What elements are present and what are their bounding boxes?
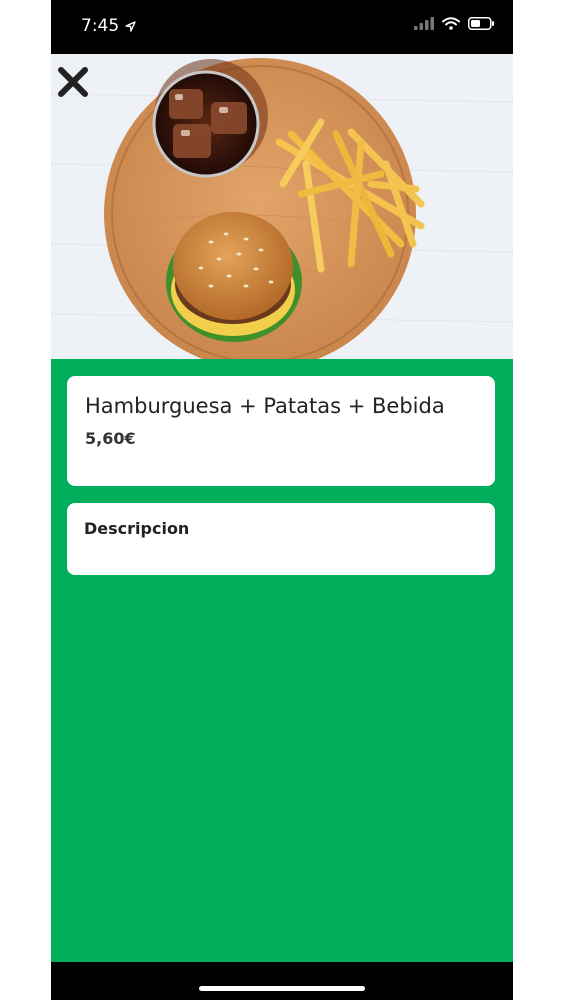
burger-fries-drink-photo [51,54,513,359]
status-bar: 7:45 [51,0,513,54]
location-arrow-icon [125,21,136,32]
description-card: Descripcion [67,503,495,575]
wifi-icon [442,17,460,30]
product-detail-screen: 7:45 Hamburguesa + Patatas + Bebida 5,60… [51,0,513,1000]
product-info-card: Hamburguesa + Patatas + Bebida 5,60€ [67,376,495,486]
status-time: 7:45 [81,16,120,36]
home-indicator[interactable] [199,986,365,991]
cellular-signal-icon [414,17,434,30]
product-price: 5,60€ [85,429,136,448]
bottom-bar [51,962,513,1000]
product-image [51,54,513,359]
product-name: Hamburguesa + Patatas + Bebida [85,394,445,418]
close-icon[interactable] [55,64,91,100]
battery-icon [468,17,494,30]
description-heading: Descripcion [84,519,190,538]
